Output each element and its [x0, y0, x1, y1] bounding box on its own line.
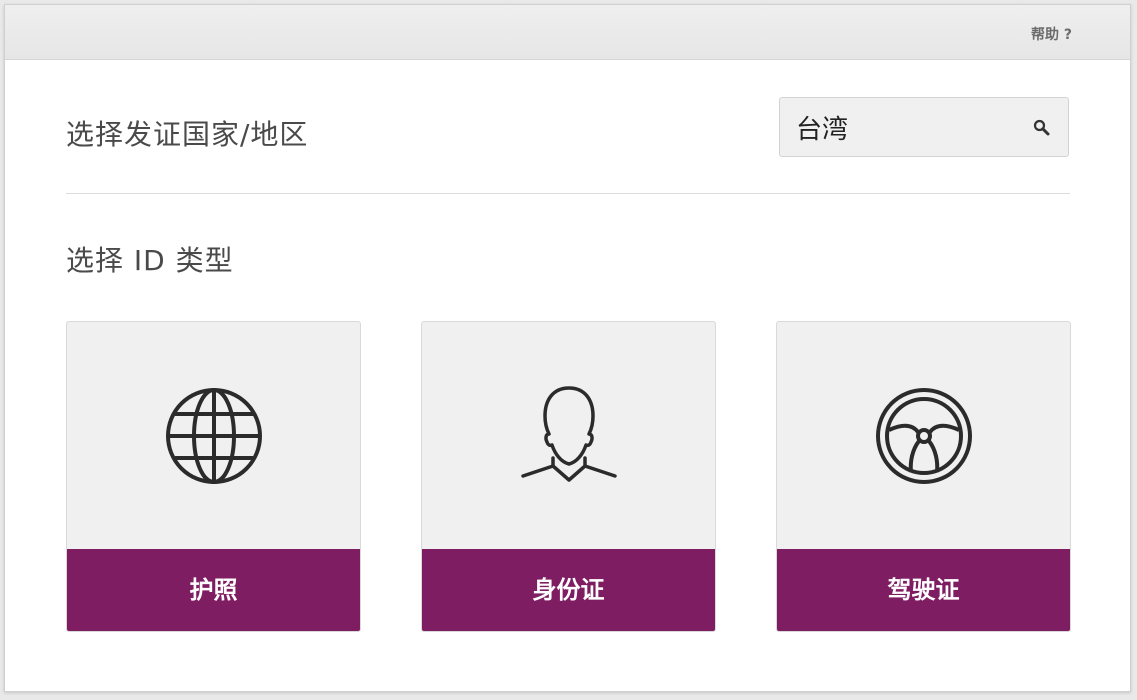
steering-wheel-icon	[875, 388, 972, 484]
country-search-box[interactable]	[779, 97, 1069, 157]
app-window: 帮助 ? 选择发证国家/地区 选择 ID 类型 护照	[4, 4, 1131, 692]
person-icon	[520, 386, 617, 482]
id-card-label: 护照	[67, 549, 360, 631]
country-section-title: 选择发证国家/地区	[66, 118, 309, 151]
id-card-passport[interactable]: 护照	[66, 321, 361, 632]
id-card-label: 驾驶证	[777, 549, 1070, 631]
section-divider	[66, 193, 1070, 194]
help-link[interactable]: 帮助 ?	[1031, 24, 1072, 44]
id-card-national-id[interactable]: 身份证	[421, 321, 716, 632]
search-icon[interactable]	[1032, 118, 1052, 138]
id-card-driver-license[interactable]: 驾驶证	[776, 321, 1071, 632]
globe-icon	[165, 388, 262, 484]
country-search-input[interactable]	[796, 108, 1016, 146]
id-type-section-title: 选择 ID 类型	[66, 244, 234, 277]
top-bar: 帮助 ?	[5, 5, 1130, 60]
id-card-label: 身份证	[422, 549, 715, 631]
